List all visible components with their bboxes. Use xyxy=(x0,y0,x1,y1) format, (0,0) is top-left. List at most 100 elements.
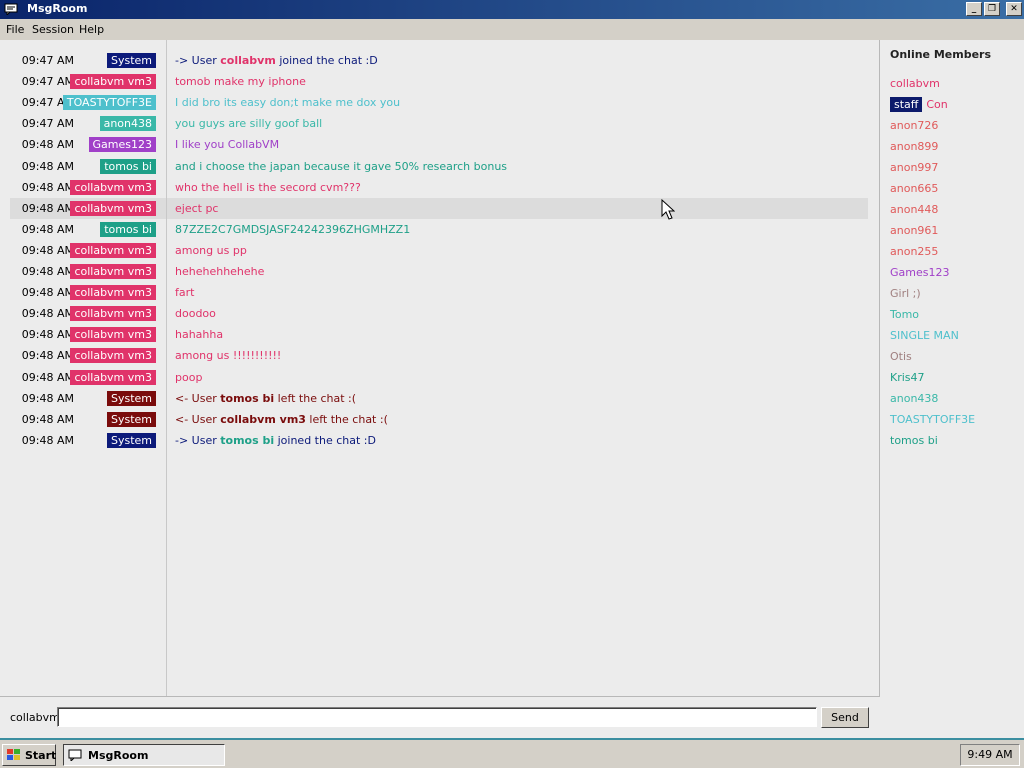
username-badge[interactable]: collabvm vm3 xyxy=(70,264,156,279)
taskbar-item-msgroom[interactable]: MsgRoom xyxy=(63,744,225,766)
member-item[interactable]: anon726 xyxy=(890,119,938,132)
username-badge[interactable]: collabvm vm3 xyxy=(70,74,156,90)
username-badge[interactable]: anon438 xyxy=(99,116,156,132)
system-message-suffix: joined the chat :D xyxy=(275,54,378,67)
username-badge[interactable]: tomos bi xyxy=(100,221,156,237)
message-timestamp: 09:48 AM xyxy=(21,328,74,342)
member-item[interactable]: TOASTYTOFF3E xyxy=(890,413,975,426)
username-badge[interactable]: Games123 xyxy=(88,137,156,153)
member-item[interactable]: Tomo xyxy=(890,308,919,321)
message-timestamp: 09:48 AM xyxy=(21,180,74,194)
menu-help[interactable]: Help xyxy=(79,23,104,36)
close-button[interactable]: ✕ xyxy=(1006,2,1022,16)
taskbar-item-label: MsgRoom xyxy=(88,749,149,762)
windows-logo-icon xyxy=(7,749,20,760)
chat-message-row[interactable]: 09:48 AM collabvm vm3 who the hell is the … xyxy=(10,177,868,198)
minimize-icon: _ xyxy=(971,4,977,14)
username-badge[interactable]: collabvm vm3 xyxy=(70,200,156,216)
restore-icon: ❐ xyxy=(987,4,997,14)
message-text: doodoo xyxy=(175,307,216,321)
message-timestamp: 09:48 AM xyxy=(21,412,74,426)
chat-message-row[interactable]: 09:48 AM tomos bi and i choose the japan b… xyxy=(10,156,868,177)
message-timestamp: 09:48 AM xyxy=(21,201,74,215)
chat-message-row[interactable]: 09:48 AM Games123 I like you CollabVM xyxy=(10,134,868,155)
username-badge[interactable]: TOASTYTOFF3E xyxy=(62,95,156,111)
member-item[interactable]: Girl ;) xyxy=(890,287,921,300)
member-item[interactable]: collabvm xyxy=(890,77,940,90)
member-item[interactable]: anon665 xyxy=(890,182,938,195)
chat-message-row[interactable]: 09:48 AM System <- User tomos bi left the … xyxy=(10,388,868,409)
message-text: tomob make my iphone xyxy=(175,75,306,89)
member-item[interactable]: tomos bi xyxy=(890,434,938,447)
menu-session[interactable]: Session xyxy=(32,23,74,36)
chat-message-row[interactable]: 09:48 AM tomos bi 87ZZE2C7GMDSJASF24242396… xyxy=(10,219,868,240)
chat-message-row[interactable]: 09:47 AM System -> User collabvm joined th… xyxy=(10,50,868,71)
system-message-prefix: <- User xyxy=(175,391,221,405)
member-item[interactable]: anon438 xyxy=(890,392,938,405)
username-badge[interactable]: collabvm vm3 xyxy=(70,306,156,322)
chat-message-row[interactable]: 09:48 AM collabvm vm3 poop xyxy=(10,367,868,388)
username-badge[interactable]: collabvm vm3 xyxy=(70,242,156,258)
window-titlebar[interactable]: MsgRoom _ ❐ ✕ xyxy=(0,0,1024,19)
staff-badge: staff xyxy=(890,97,923,112)
username-badge[interactable]: collabvm vm3 xyxy=(70,369,156,385)
chat-message-row[interactable]: 09:48 AM collabvm vm3 hehehehhehehe xyxy=(10,261,868,282)
message-text: hahahha xyxy=(175,328,224,342)
message-input[interactable] xyxy=(57,707,817,727)
member-item[interactable]: SINGLE MAN xyxy=(890,329,959,342)
chat-message-row[interactable]: 09:47 AM anon438 you guys are silly goof b… xyxy=(10,113,868,134)
message-timestamp: 09:47 AM xyxy=(21,75,74,89)
member-item[interactable]: anon255 xyxy=(890,245,938,258)
username-badge[interactable]: tomos bi xyxy=(100,158,156,174)
chat-message-row[interactable]: 09:47 AM TOASTYTOFF3E I did bro its easy d… xyxy=(10,92,868,113)
message-timestamp: 09:48 AM xyxy=(21,222,74,236)
message-text: <- User collabvm vm3 left the chat :( xyxy=(175,413,388,426)
username-badge[interactable]: collabvm vm3 xyxy=(70,327,156,343)
system-message-user: collabvm vm3 xyxy=(220,412,306,426)
online-members-title: Online Members xyxy=(890,48,992,61)
chat-message-row[interactable]: 09:47 AM collabvm vm3 tomob make my iphone xyxy=(10,71,868,92)
message-text: among us pp xyxy=(175,243,247,257)
system-message-suffix: left the chat :( xyxy=(274,391,357,405)
chat-message-row[interactable]: 09:48 AM collabvm vm3 eject pc xyxy=(10,197,868,219)
member-item[interactable]: Games123 xyxy=(890,266,949,279)
message-timestamp: 09:48 AM xyxy=(21,265,74,278)
restore-button[interactable]: ❐ xyxy=(984,2,1000,16)
chat-message-row[interactable]: 09:48 AM collabvm vm3 hahahha xyxy=(10,324,868,345)
member-name: Tomo xyxy=(890,308,920,321)
chat-bubble-icon xyxy=(68,749,82,761)
send-button[interactable]: Send xyxy=(821,707,869,728)
system-message-suffix: joined the chat :D xyxy=(274,433,376,447)
member-item[interactable]: anon997 xyxy=(890,161,938,174)
username-badge[interactable]: System xyxy=(106,432,156,448)
username-badge[interactable]: collabvm vm3 xyxy=(70,348,156,364)
menu-file[interactable]: File xyxy=(6,23,24,36)
member-item[interactable]: staff Con xyxy=(890,97,948,112)
username-badge[interactable]: collabvm vm3 xyxy=(70,179,156,195)
system-message-user: tomos bi xyxy=(220,433,275,447)
message-text: you guys are silly goof ball xyxy=(175,117,323,131)
chat-message-row[interactable]: 09:48 AM System <- User collabvm vm3 left … xyxy=(10,409,868,430)
username-badge[interactable]: System xyxy=(106,411,156,427)
member-item[interactable]: Kris47 xyxy=(890,371,925,384)
member-item[interactable]: Otis xyxy=(890,350,912,363)
username-badge[interactable]: System xyxy=(106,53,156,68)
minimize-button[interactable]: _ xyxy=(966,2,982,16)
chat-message-row[interactable]: 09:48 AM collabvm vm3 fart xyxy=(10,282,868,303)
member-item[interactable]: anon961 xyxy=(890,224,938,237)
chat-message-row[interactable]: 09:48 AM collabvm vm3 among us pp xyxy=(10,240,868,261)
member-name: anon255 xyxy=(890,245,939,258)
username-badge[interactable]: collabvm vm3 xyxy=(70,285,156,301)
member-name: tomos bi xyxy=(890,434,938,447)
chat-log[interactable]: 09:47 AM System -> User collabvm joined th… xyxy=(0,40,880,696)
member-name: anon448 xyxy=(890,203,939,216)
chat-message-row[interactable]: 09:48 AM System -> User tomos bi joined th… xyxy=(10,430,868,451)
member-item[interactable]: anon899 xyxy=(890,140,938,153)
username-badge[interactable]: System xyxy=(106,390,156,406)
start-button[interactable]: Start xyxy=(2,744,56,766)
member-item[interactable]: anon448 xyxy=(890,203,938,216)
chat-message-row[interactable]: 09:48 AM collabvm vm3 doodoo xyxy=(10,303,868,324)
message-text: eject pc xyxy=(175,201,219,215)
chat-message-row[interactable]: 09:48 AM collabvm vm3 among us !!!!!!!!!!! xyxy=(10,345,868,366)
message-text: I did bro its easy don;t make me dox you xyxy=(175,96,401,110)
